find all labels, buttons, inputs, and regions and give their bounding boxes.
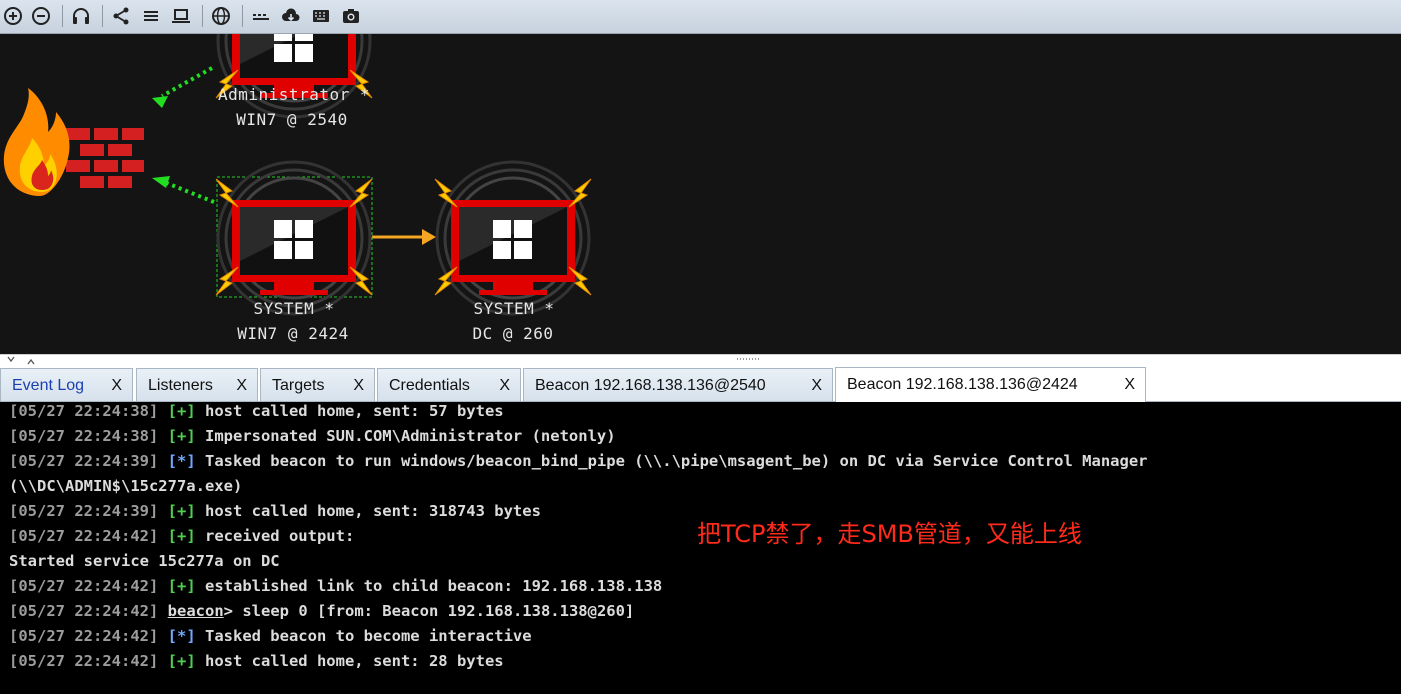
tab-close-button[interactable]: X bbox=[353, 377, 364, 395]
cloud-download-icon[interactable] bbox=[280, 5, 302, 27]
console-line: [05/27 22:24:42] [+] host called home, s… bbox=[9, 652, 504, 670]
tab-label: Beacon 192.168.138.136@2540 bbox=[535, 377, 766, 394]
tab-event-log[interactable]: Event Log X bbox=[0, 368, 133, 401]
camera-icon[interactable] bbox=[340, 5, 362, 27]
tab-close-button[interactable]: X bbox=[111, 377, 122, 395]
beacon-prompt-link[interactable]: beacon bbox=[168, 602, 224, 620]
drag-handle-icon[interactable] bbox=[735, 357, 765, 363]
tab-bar: Event Log X Listeners X Targets X Creden… bbox=[0, 367, 1401, 402]
console-line: [05/27 22:24:38] [+] Impersonated SUN.CO… bbox=[9, 427, 616, 445]
tab-label: Beacon 192.168.138.136@2424 bbox=[847, 376, 1078, 393]
node-host-label: WIN7 @ 2424 bbox=[237, 324, 349, 343]
pivot-graph: Administrator * WIN7 @ 2540 SYSTEM * WIN… bbox=[0, 34, 1401, 354]
tab-label: Targets bbox=[272, 377, 325, 394]
tab-close-button[interactable]: X bbox=[811, 377, 822, 395]
zoom-out-icon[interactable] bbox=[30, 5, 52, 27]
tab-close-button[interactable]: X bbox=[499, 377, 510, 395]
node-user-label: Administrator * bbox=[218, 85, 370, 104]
session-node[interactable] bbox=[214, 34, 374, 119]
console-line: [05/27 22:24:39] [*] Tasked beacon to ru… bbox=[9, 452, 1148, 470]
node-user-label: SYSTEM * bbox=[253, 299, 335, 318]
console-line: [05/27 22:24:42] [+] received output: bbox=[9, 527, 355, 545]
session-node[interactable] bbox=[433, 160, 593, 316]
annotation-text: 把TCP禁了，走SMB管道，又能上线 bbox=[697, 520, 1082, 548]
tab-label: Event Log bbox=[12, 377, 85, 394]
tab-close-button[interactable]: X bbox=[236, 377, 247, 395]
panel-splitter[interactable] bbox=[0, 354, 1401, 367]
tab-credentials[interactable]: Credentials X bbox=[377, 368, 521, 401]
console-line: (\\DC\ADMIN$\15c277a.exe) bbox=[9, 477, 243, 495]
console-line: [05/27 22:24:42] [+] established link to… bbox=[9, 577, 663, 595]
session-node[interactable] bbox=[214, 160, 374, 316]
share-icon[interactable] bbox=[110, 5, 132, 27]
list-icon[interactable] bbox=[140, 5, 162, 27]
toolbar bbox=[0, 0, 1401, 34]
node-user-label: SYSTEM * bbox=[473, 299, 555, 318]
headphones-icon[interactable] bbox=[70, 5, 92, 27]
console-line: [05/27 22:24:42] beacon> sleep 0 [from: … bbox=[9, 602, 635, 620]
firewall-icon bbox=[3, 88, 146, 196]
console-line: Started service 15c277a on DC bbox=[9, 552, 280, 570]
node-host-label: DC @ 260 bbox=[472, 324, 554, 343]
zoom-in-icon[interactable] bbox=[2, 5, 24, 27]
tab-label: Listeners bbox=[148, 377, 213, 394]
keyboard-icon[interactable] bbox=[250, 5, 272, 27]
egress-link bbox=[163, 180, 215, 204]
laptop-icon[interactable] bbox=[170, 5, 192, 27]
collapse-arrows-icon[interactable] bbox=[4, 355, 44, 367]
tab-beacon-2424[interactable]: Beacon 192.168.138.136@2424 X bbox=[835, 367, 1146, 402]
tab-listeners[interactable]: Listeners X bbox=[136, 368, 258, 401]
console-line: [05/27 22:24:38] [+] host called home, s… bbox=[9, 402, 504, 420]
tab-close-button[interactable]: X bbox=[1124, 376, 1135, 394]
tab-label: Credentials bbox=[389, 377, 470, 394]
tab-beacon-2540[interactable]: Beacon 192.168.138.136@2540 X bbox=[523, 368, 833, 401]
console-line: [05/27 22:24:42] [*] Tasked beacon to be… bbox=[9, 627, 532, 645]
globe-icon[interactable] bbox=[210, 5, 232, 27]
console-line: [05/27 22:24:39] [+] host called home, s… bbox=[9, 502, 541, 520]
node-host-label: WIN7 @ 2540 bbox=[236, 110, 348, 129]
terminal-icon[interactable] bbox=[310, 5, 332, 27]
tab-targets[interactable]: Targets X bbox=[260, 368, 375, 401]
